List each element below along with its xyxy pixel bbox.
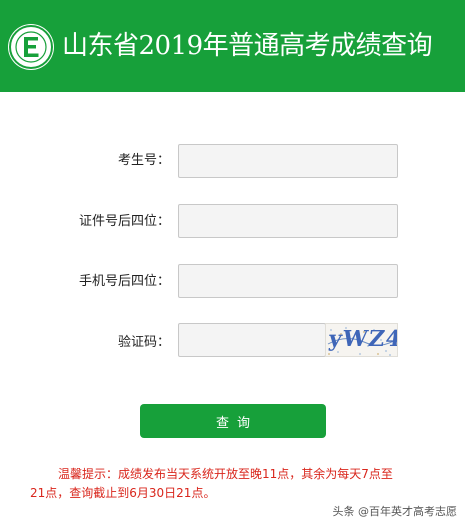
id-last-four-input[interactable] <box>178 204 398 238</box>
query-button[interactable]: 查询 <box>140 404 326 438</box>
id-last-four-label: 证件号后四位： <box>78 214 170 229</box>
notice-line-1: 温馨提示：成绩发布当天系统开放至晚11点，其余为每天7点至 <box>58 467 393 481</box>
captcha-label: 验证码： <box>117 335 170 350</box>
phone-last-four-input[interactable] <box>178 264 398 298</box>
notice-line-2: 21点，查询截止到6月30日21点。 <box>30 486 216 500</box>
captcha-text: yWZ4 <box>327 326 398 352</box>
notice-text: 温馨提示：成绩发布当天系统开放至晚11点，其余为每天7点至 21点，查询截止到6… <box>30 465 450 503</box>
page-header: 山东省2019年普通高考成绩查询 <box>0 0 465 92</box>
watermark: 头条 @百年英才高考志愿 <box>332 505 458 518</box>
candidate-number-label: 考生号： <box>117 153 170 168</box>
exam-board-seal-icon <box>9 25 53 69</box>
captcha-image[interactable]: yWZ4 <box>325 323 398 357</box>
page-title: 山东省2019年普通高考成绩查询 <box>62 31 433 61</box>
candidate-number-input[interactable] <box>178 144 398 178</box>
phone-last-four-label: 手机号后四位： <box>78 274 170 289</box>
captcha-input[interactable] <box>178 323 326 357</box>
logo <box>8 24 54 70</box>
